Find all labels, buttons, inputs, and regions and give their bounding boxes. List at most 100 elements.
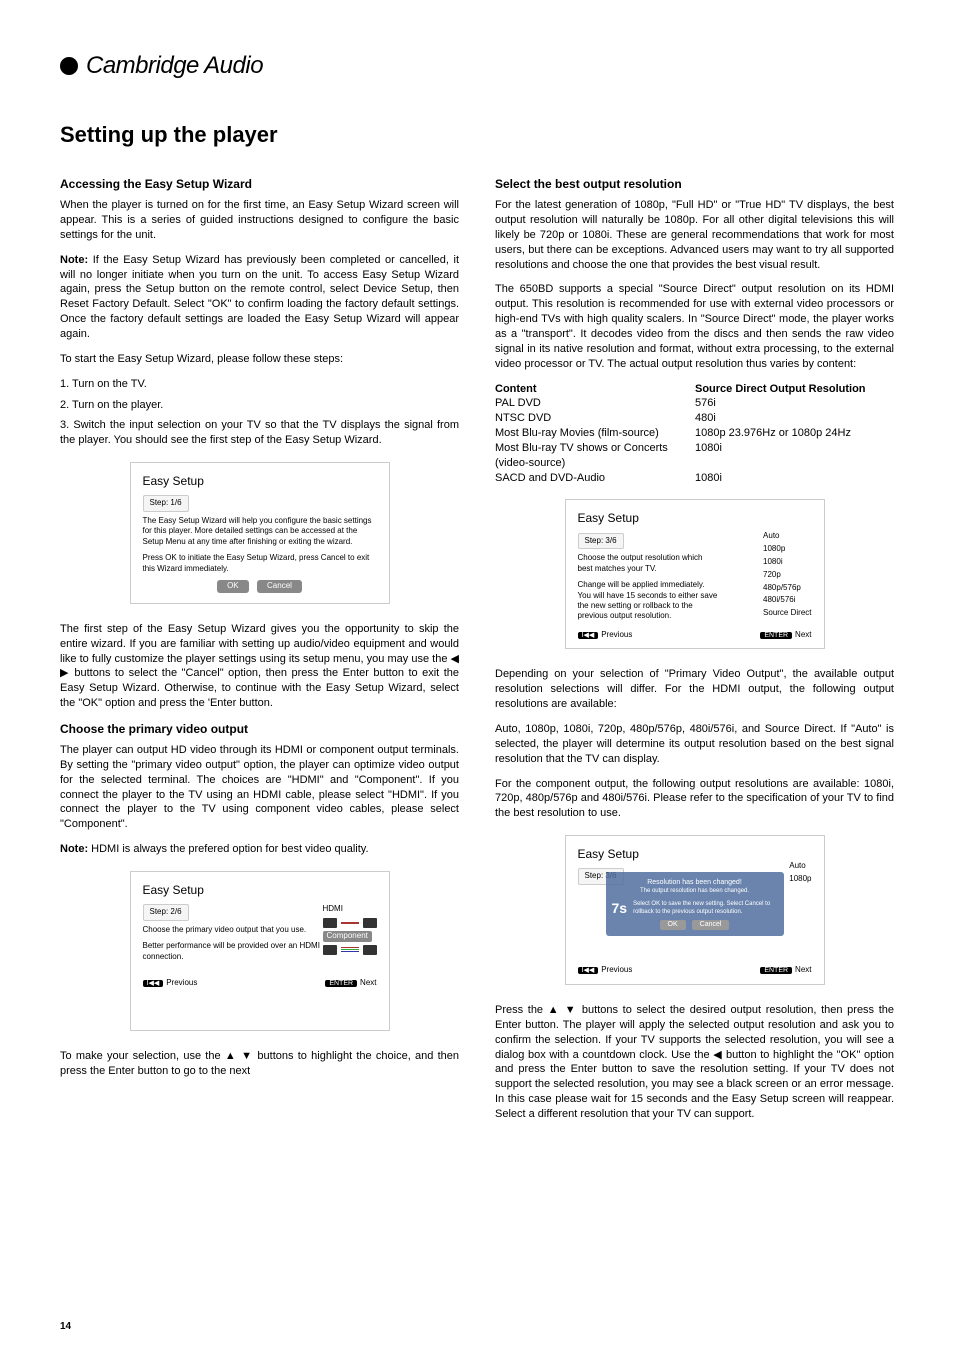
step-item: 3. Switch the input selection on your TV… [60, 418, 459, 448]
dialog-body: The Easy Setup Wizard will help you conf… [143, 516, 377, 547]
option-auto: Auto [789, 860, 811, 873]
section-resolution-head: Select the best output resolution [495, 176, 894, 192]
page-title: Setting up the player [60, 120, 894, 150]
para: Depending on your selection of "Primary … [495, 667, 894, 712]
para: The player can output HD video through i… [60, 743, 459, 832]
para: When the player is turned on for the fir… [60, 198, 459, 243]
dialog-step-indicator: Step: 2/6 [143, 904, 189, 921]
dialog-body: Change will be applied immediately. You … [578, 580, 718, 622]
confirmation-overlay: Resolution has been changed! The output … [606, 872, 784, 936]
step-item: 2. Turn on the player. [60, 398, 459, 413]
table-cell: 480i [695, 411, 894, 426]
section-accessing-head: Accessing the Easy Setup Wizard [60, 176, 459, 192]
nav-next[interactable]: ENTERNext [325, 978, 376, 989]
nav-next[interactable]: ENTERNext [760, 630, 811, 641]
prev-icon: I◀◀ [143, 980, 164, 987]
content-columns: Accessing the Easy Setup Wizard When the… [60, 172, 894, 1132]
resolution-options: Auto 1080p 1080i 720p 480p/576p 480i/576… [763, 530, 811, 620]
note-label: Note: [60, 254, 88, 266]
note-label: Note: [60, 843, 88, 855]
table-cell: NTSC DVD [495, 411, 695, 426]
option-1080i[interactable]: 1080i [763, 556, 811, 569]
table-cell: 576i [695, 396, 894, 411]
para: For the component output, the following … [495, 777, 894, 822]
overlay-body: Select OK to save the new setting. Selec… [633, 900, 777, 916]
enter-icon: ENTER [325, 980, 357, 987]
section-primary-output-head: Choose the primary video output [60, 721, 459, 737]
tv-icon [323, 945, 337, 955]
nav-previous[interactable]: I◀◀Previous [578, 965, 633, 976]
table-cell: Most Blu-ray TV shows or Concerts (video… [495, 441, 695, 471]
dialog-body: Press OK to initiate the Easy Setup Wiza… [143, 553, 377, 574]
tv-icon [363, 918, 377, 928]
cancel-button[interactable]: Cancel [257, 580, 302, 593]
tv-icon [323, 918, 337, 928]
para: Press the ▲ ▼ buttons to select the desi… [495, 1003, 894, 1122]
para: For the latest generation of 1080p, "Ful… [495, 198, 894, 272]
option-720p[interactable]: 720p [763, 569, 811, 582]
dialog-title: Easy Setup [143, 882, 377, 898]
ok-button[interactable]: OK [217, 580, 249, 593]
option-480i576i[interactable]: 480i/576i [763, 594, 811, 607]
resolution-options-bg: Auto 1080p [789, 860, 811, 886]
left-column: Accessing the Easy Setup Wizard When the… [60, 172, 459, 1132]
dialog-title: Easy Setup [578, 510, 812, 526]
tv-icon [363, 945, 377, 955]
resolution-table: ContentSource Direct Output Resolution P… [495, 382, 894, 486]
nav-previous[interactable]: I◀◀Previous [578, 630, 633, 641]
table-cell: SACD and DVD-Audio [495, 471, 695, 486]
table-cell: Most Blu-ray Movies (film-source) [495, 426, 695, 441]
table-cell: 1080i [695, 441, 894, 471]
logo-icon [60, 57, 78, 75]
para: The 650BD supports a special "Source Dir… [495, 282, 894, 371]
option-source-direct[interactable]: Source Direct [763, 607, 811, 620]
dialog-step-2: Easy Setup Step: 2/6 Choose the primary … [130, 871, 390, 1031]
option-480p576p[interactable]: 480p/576p [763, 582, 811, 595]
para: To make your selection, use the ▲ ▼ butt… [60, 1049, 459, 1079]
table-cell: 1080i [695, 471, 894, 486]
nav-previous[interactable]: I◀◀Previous [143, 978, 198, 989]
table-header: Source Direct Output Resolution [695, 382, 894, 397]
dialog-step-3-confirm: Easy Setup Step: 3/6 Auto 1080p Resoluti… [565, 835, 825, 985]
note-text: HDMI is always the prefered option for b… [91, 843, 368, 855]
dialog-step-1: Easy Setup Step: 1/6 The Easy Setup Wiza… [130, 462, 390, 604]
table-header: Content [495, 382, 695, 397]
countdown-timer: 7s [612, 899, 628, 918]
option-auto[interactable]: Auto [763, 530, 811, 543]
enter-icon: ENTER [760, 967, 792, 974]
step-item: 1. Turn on the TV. [60, 377, 459, 392]
right-column: Select the best output resolution For th… [495, 172, 894, 1132]
option-hdmi[interactable]: HDMI [323, 904, 343, 915]
table-cell: PAL DVD [495, 396, 695, 411]
enter-icon: ENTER [760, 632, 792, 639]
nav-next[interactable]: ENTERNext [760, 965, 811, 976]
prev-icon: I◀◀ [578, 632, 599, 639]
note-text: If the Easy Setup Wizard has previously … [60, 254, 459, 340]
cancel-button[interactable]: Cancel [692, 920, 730, 929]
para: The first step of the Easy Setup Wizard … [60, 622, 459, 711]
para: Auto, 1080p, 1080i, 720p, 480p/576p, 480… [495, 722, 894, 767]
note-para: Note: If the Easy Setup Wizard has previ… [60, 253, 459, 342]
para: To start the Easy Setup Wizard, please f… [60, 352, 459, 367]
brand-name: Cambridge Audio [86, 50, 263, 82]
dialog-step-indicator: Step: 1/6 [143, 495, 189, 512]
option-component[interactable]: Component [323, 931, 372, 942]
dialog-step-indicator: Step: 3/6 [578, 533, 624, 550]
dialog-body: Choose the output resolution which best … [578, 553, 718, 574]
overlay-title: Resolution has been changed! [612, 878, 778, 887]
overlay-subtitle: The output resolution has been changed. [612, 887, 778, 895]
note-para: Note: HDMI is always the prefered option… [60, 842, 459, 857]
prev-icon: I◀◀ [578, 967, 599, 974]
page-number: 14 [60, 1320, 71, 1334]
dialog-body: Choose the primary video output that you… [143, 925, 323, 935]
step-list: 1. Turn on the TV. 2. Turn on the player… [60, 377, 459, 448]
dialog-body: Better performance will be provided over… [143, 941, 323, 962]
table-cell: 1080p 23.976Hz or 1080p 24Hz [695, 426, 894, 441]
brand-logo: Cambridge Audio [60, 50, 894, 82]
option-1080p[interactable]: 1080p [763, 543, 811, 556]
ok-button[interactable]: OK [660, 920, 686, 929]
dialog-step-3: Easy Setup Step: 3/6 Choose the output r… [565, 499, 825, 649]
dialog-title: Easy Setup [143, 473, 377, 489]
cable-icon [341, 922, 359, 924]
dialog-title: Easy Setup [578, 846, 812, 862]
